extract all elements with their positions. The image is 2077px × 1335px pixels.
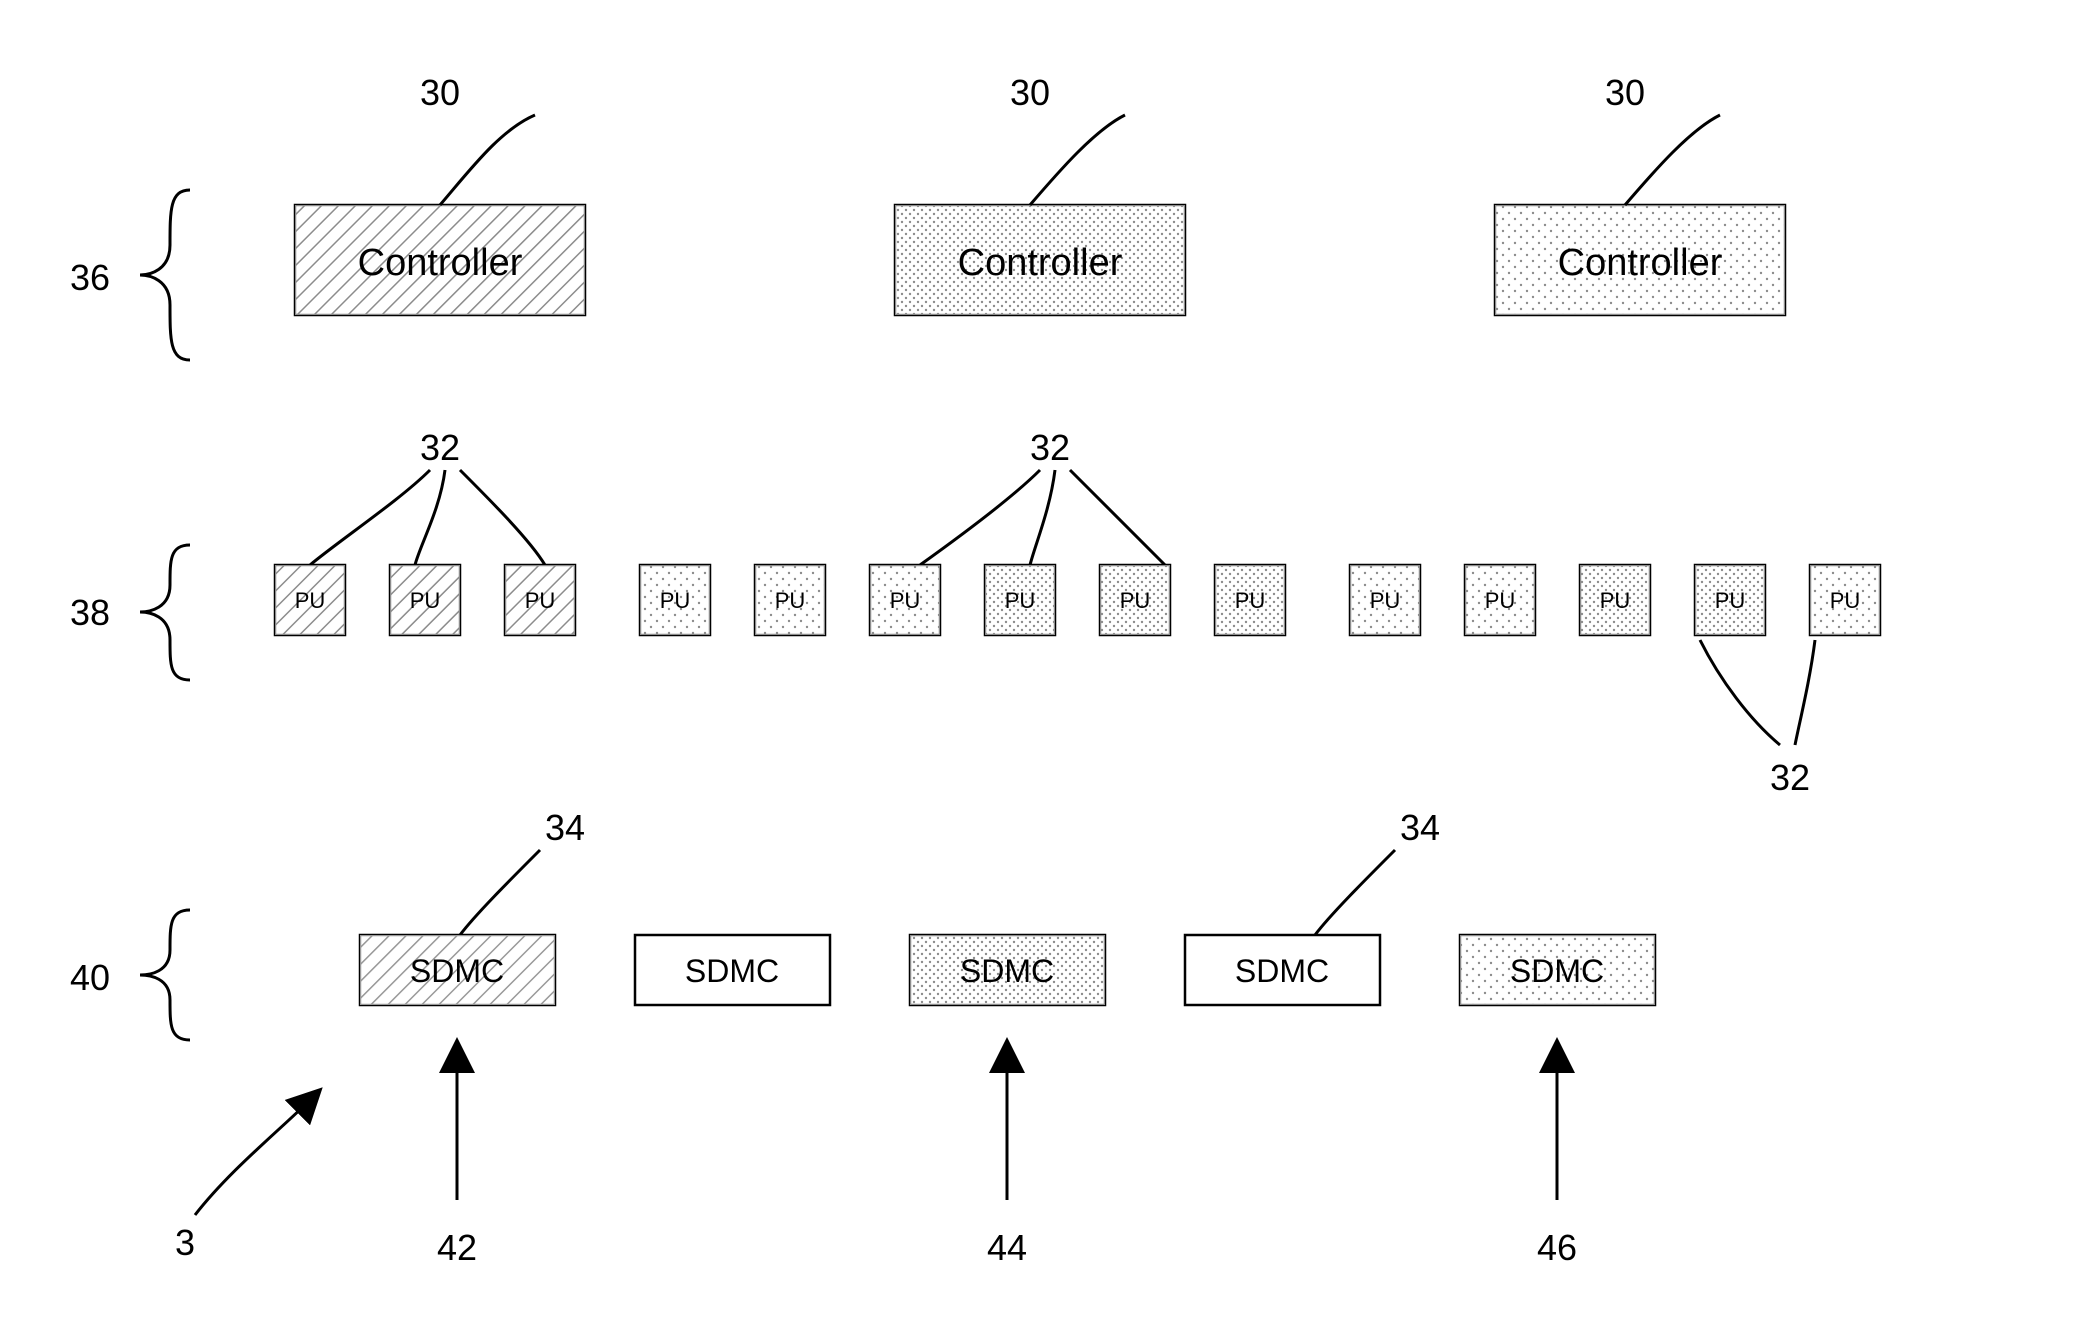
ref-44: 44	[987, 1227, 1027, 1268]
sdmc-1-label: SDMC	[410, 953, 504, 989]
sdmc-5-label: SDMC	[1510, 953, 1604, 989]
pu-13: PU	[1695, 565, 1765, 635]
ref-40: 40	[70, 957, 110, 998]
sdmc-4-label: SDMC	[1235, 953, 1329, 989]
ref-36: 36	[70, 257, 110, 298]
pu-3: PU	[505, 565, 575, 635]
pu-14-label: PU	[1830, 588, 1861, 613]
pu-12: PU	[1580, 565, 1650, 635]
sdmc-3: SDMC	[910, 935, 1105, 1005]
bottom-arrows: 3 42 44 46	[175, 1055, 1577, 1268]
pu-4: PU	[640, 565, 710, 635]
ref-32-a: 32	[420, 427, 460, 468]
patent-figure: 36 Controller 30 Controller 30 Controlle…	[0, 0, 2077, 1335]
row-pu: 38 32 32 32 PU PU PU	[70, 427, 1880, 798]
pu-12-label: PU	[1600, 588, 1631, 613]
sdmc-3-label: SDMC	[960, 953, 1054, 989]
pu-11-label: PU	[1485, 588, 1516, 613]
ref-30-a: 30	[420, 72, 460, 113]
pu-14: PU	[1810, 565, 1880, 635]
controller-3-label: Controller	[1558, 242, 1723, 284]
sdmc-2: SDMC	[635, 935, 830, 1005]
controller-1-label: Controller	[358, 242, 523, 284]
ref-32-b: 32	[1030, 427, 1070, 468]
controller-2-label: Controller	[958, 242, 1123, 284]
pu-6-label: PU	[890, 588, 921, 613]
ref-30-b: 30	[1010, 72, 1050, 113]
pu-5-label: PU	[775, 588, 806, 613]
ref-32-c: 32	[1770, 757, 1810, 798]
pu-7: PU	[985, 565, 1055, 635]
sdmc-2-label: SDMC	[685, 953, 779, 989]
pu-3-label: PU	[525, 588, 556, 613]
pu-1-label: PU	[295, 588, 326, 613]
pu-2: PU	[390, 565, 460, 635]
sdmc-4: SDMC	[1185, 935, 1380, 1005]
pu-7-label: PU	[1005, 588, 1036, 613]
pu-8: PU	[1100, 565, 1170, 635]
pu-5: PU	[755, 565, 825, 635]
sdmc-5: SDMC	[1460, 935, 1655, 1005]
pu-10: PU	[1350, 565, 1420, 635]
ref-38: 38	[70, 592, 110, 633]
ref-30-c: 30	[1605, 72, 1645, 113]
pu-2-label: PU	[410, 588, 441, 613]
ref-42: 42	[437, 1227, 477, 1268]
row-controllers: 36 Controller 30 Controller 30 Controlle…	[70, 72, 1785, 360]
pu-8-label: PU	[1120, 588, 1151, 613]
pu-9-label: PU	[1235, 588, 1266, 613]
pu-9: PU	[1215, 565, 1285, 635]
pu-10-label: PU	[1370, 588, 1401, 613]
ref-34-a: 34	[545, 807, 585, 848]
controller-1: Controller 30	[295, 72, 585, 315]
sdmc-1: SDMC	[360, 935, 555, 1005]
pu-1: PU	[275, 565, 345, 635]
pu-13-label: PU	[1715, 588, 1746, 613]
row-sdmc: 40 34 34 SDMC SDMC SDMC SDMC	[70, 807, 1655, 1040]
ref-3: 3	[175, 1222, 195, 1263]
pu-4-label: PU	[660, 588, 691, 613]
pu-6: PU	[870, 565, 940, 635]
controller-3: Controller 30	[1495, 72, 1785, 315]
pu-11: PU	[1465, 565, 1535, 635]
ref-34-b: 34	[1400, 807, 1440, 848]
ref-46: 46	[1537, 1227, 1577, 1268]
controller-2: Controller 30	[895, 72, 1185, 315]
